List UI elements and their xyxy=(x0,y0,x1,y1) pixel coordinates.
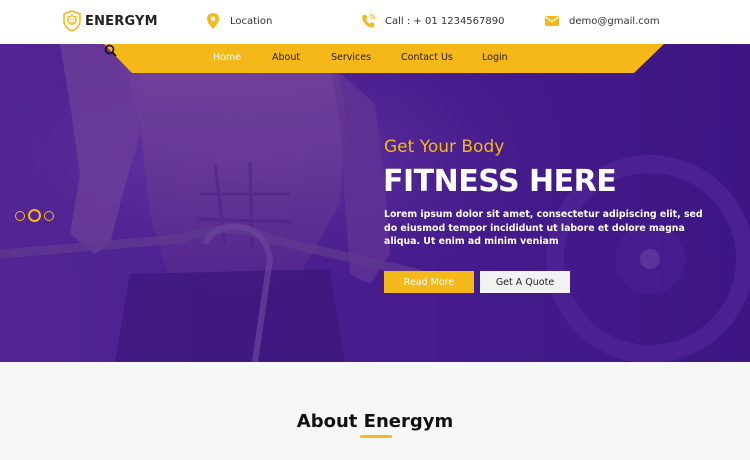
slider-dot-1[interactable] xyxy=(15,210,25,221)
hero-title: FITNESS HERE xyxy=(383,164,617,199)
nav-home[interactable]: Home xyxy=(213,52,241,63)
brand-logo[interactable]: ENERGYM xyxy=(62,10,158,32)
map-pin-icon xyxy=(207,13,219,29)
nav-about[interactable]: About xyxy=(272,52,300,63)
nav-services[interactable]: Services xyxy=(331,52,371,63)
nav-contact-us[interactable]: Contact Us xyxy=(401,52,453,63)
envelope-icon xyxy=(545,16,559,26)
top-bar: ENERGYM Location Call : + 01 1234567890 … xyxy=(0,0,750,44)
call-info[interactable]: Call : + 01 1234567890 xyxy=(360,12,504,30)
about-heading: About Energym xyxy=(296,411,454,432)
hero-description: Lorem ipsum dolor sit amet, consectetur … xyxy=(384,209,703,248)
nav-login[interactable]: Login xyxy=(482,52,508,63)
slider-dot-3[interactable] xyxy=(44,210,54,221)
location-info[interactable]: Location xyxy=(205,12,272,30)
get-a-quote-button[interactable]: Get A Quote xyxy=(480,271,570,293)
slider-dots xyxy=(15,209,57,222)
email-info[interactable]: demo@gmail.com xyxy=(544,12,660,30)
lion-shield-icon xyxy=(63,10,81,32)
slider-dot-2-active[interactable] xyxy=(28,209,41,222)
search-icon[interactable] xyxy=(104,44,117,57)
hero-banner xyxy=(0,44,750,362)
main-nav: Home About Services Contact Us Login xyxy=(104,44,664,73)
hero-subtitle: Get Your Body xyxy=(384,137,505,157)
phone-icon xyxy=(362,13,376,28)
location-label: Location xyxy=(230,15,273,27)
brand-name: ENERGYM xyxy=(85,13,158,29)
heading-underline xyxy=(360,435,392,438)
call-label: Call : + 01 1234567890 xyxy=(385,15,505,27)
hero-background-image xyxy=(0,44,750,362)
read-more-button[interactable]: Read More xyxy=(384,271,474,293)
about-section: About Energym xyxy=(0,362,750,460)
email-label: demo@gmail.com xyxy=(569,15,660,27)
